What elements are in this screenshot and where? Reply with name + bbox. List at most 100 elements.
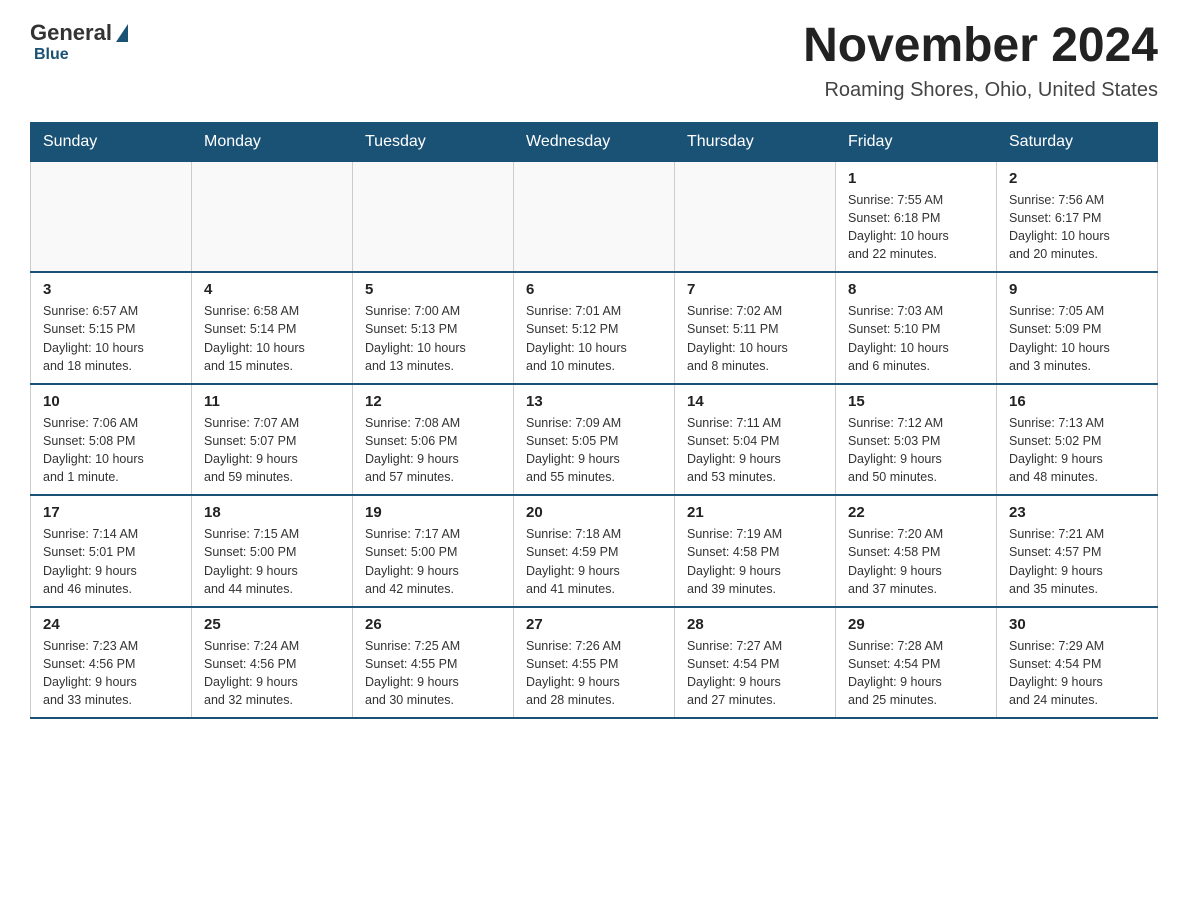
day-sun-info: Sunrise: 7:14 AM Sunset: 5:01 PM Dayligh… xyxy=(43,525,179,598)
day-sun-info: Sunrise: 7:03 AM Sunset: 5:10 PM Dayligh… xyxy=(848,302,984,375)
calendar-cell: 21 Sunrise: 7:19 AM Sunset: 4:58 PM Dayli… xyxy=(675,495,836,607)
calendar-week-row: 24Sunrise: 7:23 AM Sunset: 4:56 PM Dayli… xyxy=(31,607,1158,719)
calendar-cell: 29 Sunrise: 7:28 AM Sunset: 4:54 PM Dayli… xyxy=(836,607,997,719)
calendar-cell: 10 Sunrise: 7:06 AM Sunset: 5:08 PM Dayli… xyxy=(31,384,192,496)
calendar-week-row: 3 Sunrise: 6:57 AM Sunset: 5:15 PM Daylig… xyxy=(31,272,1158,384)
day-number: 30 xyxy=(1009,616,1145,633)
calendar-cell xyxy=(353,161,514,272)
calendar-cell: 13 Sunrise: 7:09 AM Sunset: 5:05 PM Dayli… xyxy=(514,384,675,496)
day-number: 6 xyxy=(526,281,662,298)
day-number: 2 xyxy=(1009,170,1145,187)
calendar-cell: 1 Sunrise: 7:55 AM Sunset: 6:18 PM Daylig… xyxy=(836,161,997,272)
day-sun-info: Sunrise: 7:25 AM Sunset: 4:55 PM Dayligh… xyxy=(365,637,501,710)
day-sun-info: Sunrise: 7:26 AM Sunset: 4:55 PM Dayligh… xyxy=(526,637,662,710)
day-number: 5 xyxy=(365,281,501,298)
day-number: 22 xyxy=(848,504,984,521)
day-sun-info: Sunrise: 7:24 AM Sunset: 4:56 PM Dayligh… xyxy=(204,637,340,710)
day-sun-info: Sunrise: 7:00 AM Sunset: 5:13 PM Dayligh… xyxy=(365,302,501,375)
day-sun-info: Sunrise: 7:09 AM Sunset: 5:05 PM Dayligh… xyxy=(526,414,662,487)
calendar-cell xyxy=(675,161,836,272)
day-sun-info: Sunrise: 7:28 AM Sunset: 4:54 PM Dayligh… xyxy=(848,637,984,710)
day-number: 25 xyxy=(204,616,340,633)
day-sun-info: Sunrise: 7:12 AM Sunset: 5:03 PM Dayligh… xyxy=(848,414,984,487)
day-sun-info: Sunrise: 7:11 AM Sunset: 5:04 PM Dayligh… xyxy=(687,414,823,487)
calendar-cell: 11Sunrise: 7:07 AM Sunset: 5:07 PM Dayli… xyxy=(192,384,353,496)
day-sun-info: Sunrise: 7:29 AM Sunset: 4:54 PM Dayligh… xyxy=(1009,637,1145,710)
day-number: 4 xyxy=(204,281,340,298)
day-number: 13 xyxy=(526,393,662,410)
day-number: 7 xyxy=(687,281,823,298)
day-sun-info: Sunrise: 6:58 AM Sunset: 5:14 PM Dayligh… xyxy=(204,302,340,375)
day-number: 16 xyxy=(1009,393,1145,410)
title-area: November 2024 Roaming Shores, Ohio, Unit… xyxy=(803,20,1158,102)
calendar-cell xyxy=(514,161,675,272)
calendar-cell: 6 Sunrise: 7:01 AM Sunset: 5:12 PM Daylig… xyxy=(514,272,675,384)
day-sun-info: Sunrise: 7:27 AM Sunset: 4:54 PM Dayligh… xyxy=(687,637,823,710)
weekday-header-friday: Friday xyxy=(836,122,997,161)
calendar-body: 1 Sunrise: 7:55 AM Sunset: 6:18 PM Daylig… xyxy=(31,161,1158,718)
calendar-cell: 3 Sunrise: 6:57 AM Sunset: 5:15 PM Daylig… xyxy=(31,272,192,384)
day-number: 17 xyxy=(43,504,179,521)
day-number: 23 xyxy=(1009,504,1145,521)
day-sun-info: Sunrise: 6:57 AM Sunset: 5:15 PM Dayligh… xyxy=(43,302,179,375)
calendar-table: SundayMondayTuesdayWednesdayThursdayFrid… xyxy=(30,122,1158,720)
day-number: 14 xyxy=(687,393,823,410)
day-number: 9 xyxy=(1009,281,1145,298)
weekday-header-thursday: Thursday xyxy=(675,122,836,161)
calendar-cell: 16Sunrise: 7:13 AM Sunset: 5:02 PM Dayli… xyxy=(997,384,1158,496)
calendar-cell: 18Sunrise: 7:15 AM Sunset: 5:00 PM Dayli… xyxy=(192,495,353,607)
day-sun-info: Sunrise: 7:15 AM Sunset: 5:00 PM Dayligh… xyxy=(204,525,340,598)
weekday-header-sunday: Sunday xyxy=(31,122,192,161)
day-number: 3 xyxy=(43,281,179,298)
day-sun-info: Sunrise: 7:21 AM Sunset: 4:57 PM Dayligh… xyxy=(1009,525,1145,598)
calendar-cell: 9 Sunrise: 7:05 AM Sunset: 5:09 PM Daylig… xyxy=(997,272,1158,384)
calendar-cell: 15Sunrise: 7:12 AM Sunset: 5:03 PM Dayli… xyxy=(836,384,997,496)
day-number: 21 xyxy=(687,504,823,521)
day-sun-info: Sunrise: 7:18 AM Sunset: 4:59 PM Dayligh… xyxy=(526,525,662,598)
calendar-cell: 20 Sunrise: 7:18 AM Sunset: 4:59 PM Dayli… xyxy=(514,495,675,607)
calendar-cell: 25 Sunrise: 7:24 AM Sunset: 4:56 PM Dayli… xyxy=(192,607,353,719)
day-sun-info: Sunrise: 7:55 AM Sunset: 6:18 PM Dayligh… xyxy=(848,191,984,264)
weekday-header-tuesday: Tuesday xyxy=(353,122,514,161)
calendar-cell: 4 Sunrise: 6:58 AM Sunset: 5:14 PM Daylig… xyxy=(192,272,353,384)
day-sun-info: Sunrise: 7:56 AM Sunset: 6:17 PM Dayligh… xyxy=(1009,191,1145,264)
calendar-week-row: 10 Sunrise: 7:06 AM Sunset: 5:08 PM Dayli… xyxy=(31,384,1158,496)
day-number: 1 xyxy=(848,170,984,187)
calendar-cell: 23 Sunrise: 7:21 AM Sunset: 4:57 PM Dayli… xyxy=(997,495,1158,607)
calendar-cell: 28 Sunrise: 7:27 AM Sunset: 4:54 PM Dayli… xyxy=(675,607,836,719)
day-number: 29 xyxy=(848,616,984,633)
calendar-cell: 12Sunrise: 7:08 AM Sunset: 5:06 PM Dayli… xyxy=(353,384,514,496)
day-sun-info: Sunrise: 7:01 AM Sunset: 5:12 PM Dayligh… xyxy=(526,302,662,375)
weekday-header-monday: Monday xyxy=(192,122,353,161)
day-sun-info: Sunrise: 7:02 AM Sunset: 5:11 PM Dayligh… xyxy=(687,302,823,375)
day-sun-info: Sunrise: 7:17 AM Sunset: 5:00 PM Dayligh… xyxy=(365,525,501,598)
calendar-week-row: 17 Sunrise: 7:14 AM Sunset: 5:01 PM Dayli… xyxy=(31,495,1158,607)
day-sun-info: Sunrise: 7:05 AM Sunset: 5:09 PM Dayligh… xyxy=(1009,302,1145,375)
day-sun-info: Sunrise: 7:06 AM Sunset: 5:08 PM Dayligh… xyxy=(43,414,179,487)
calendar-cell: 26Sunrise: 7:25 AM Sunset: 4:55 PM Dayli… xyxy=(353,607,514,719)
calendar-cell: 17 Sunrise: 7:14 AM Sunset: 5:01 PM Dayli… xyxy=(31,495,192,607)
calendar-cell: 14 Sunrise: 7:11 AM Sunset: 5:04 PM Dayli… xyxy=(675,384,836,496)
day-number: 10 xyxy=(43,393,179,410)
calendar-cell: 19 Sunrise: 7:17 AM Sunset: 5:00 PM Dayli… xyxy=(353,495,514,607)
location-subtitle: Roaming Shores, Ohio, United States xyxy=(803,79,1158,102)
calendar-cell xyxy=(192,161,353,272)
logo-general-text: General xyxy=(30,20,112,46)
weekday-header-wednesday: Wednesday xyxy=(514,122,675,161)
logo-blue-text: Blue xyxy=(34,46,69,63)
day-number: 8 xyxy=(848,281,984,298)
logo-triangle-icon xyxy=(116,24,128,42)
logo: General Blue xyxy=(30,20,130,64)
day-sun-info: Sunrise: 7:08 AM Sunset: 5:06 PM Dayligh… xyxy=(365,414,501,487)
calendar-cell: 7 Sunrise: 7:02 AM Sunset: 5:11 PM Daylig… xyxy=(675,272,836,384)
calendar-week-row: 1 Sunrise: 7:55 AM Sunset: 6:18 PM Daylig… xyxy=(31,161,1158,272)
weekday-header-saturday: Saturday xyxy=(997,122,1158,161)
calendar-cell: 8 Sunrise: 7:03 AM Sunset: 5:10 PM Daylig… xyxy=(836,272,997,384)
day-sun-info: Sunrise: 7:19 AM Sunset: 4:58 PM Dayligh… xyxy=(687,525,823,598)
page-header: General Blue November 2024 Roaming Shore… xyxy=(30,20,1158,102)
day-number: 19 xyxy=(365,504,501,521)
day-number: 28 xyxy=(687,616,823,633)
calendar-header: SundayMondayTuesdayWednesdayThursdayFrid… xyxy=(31,122,1158,161)
day-number: 20 xyxy=(526,504,662,521)
day-sun-info: Sunrise: 7:20 AM Sunset: 4:58 PM Dayligh… xyxy=(848,525,984,598)
